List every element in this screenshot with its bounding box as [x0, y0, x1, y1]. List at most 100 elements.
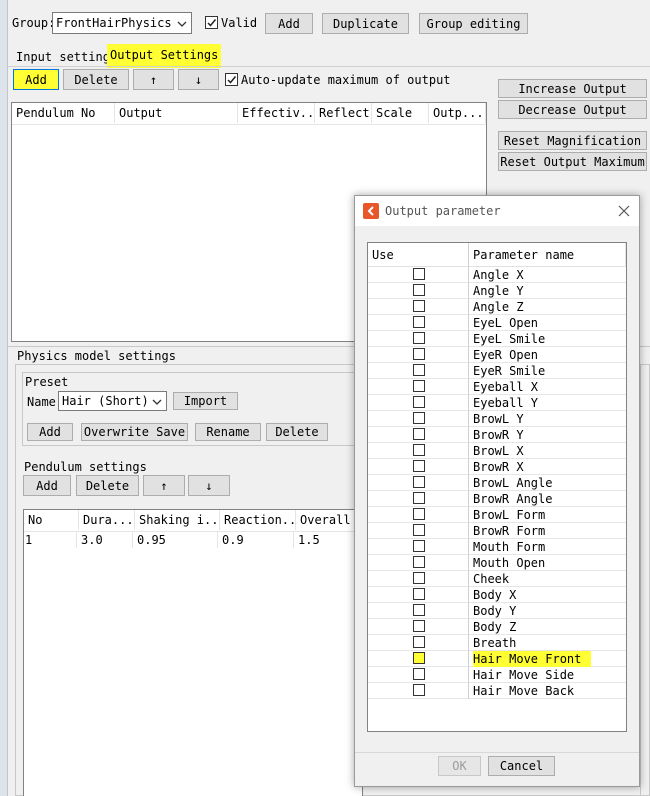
use-checkbox[interactable] [413, 316, 425, 328]
tab-output-settings[interactable]: Output Settings [107, 44, 222, 68]
output-add-button[interactable]: Add [13, 69, 59, 90]
use-checkbox[interactable] [413, 508, 425, 520]
use-checkbox[interactable] [413, 620, 425, 632]
list-item[interactable]: Body X [368, 587, 626, 603]
close-icon[interactable] [617, 204, 631, 218]
preset-add-button[interactable]: Add [27, 423, 73, 441]
col-use[interactable]: Use [368, 243, 469, 267]
pendulum-table[interactable]: No Dura... Shaking i... Reaction... Over… [23, 509, 363, 796]
cancel-button[interactable]: Cancel [488, 756, 555, 776]
use-checkbox[interactable] [413, 652, 425, 664]
use-checkbox[interactable] [413, 412, 425, 424]
output-up-button[interactable]: ↑ [133, 69, 174, 90]
use-checkbox[interactable] [413, 284, 425, 296]
use-checkbox[interactable] [413, 492, 425, 504]
use-checkbox[interactable] [413, 364, 425, 376]
preset-select[interactable]: Hair (Short) [58, 391, 167, 411]
list-item[interactable]: Mouth Form [368, 539, 626, 555]
col-pendulum-no[interactable]: Pendulum No [12, 103, 115, 123]
use-checkbox[interactable] [413, 444, 425, 456]
overwrite-save-button[interactable]: Overwrite Save [81, 423, 188, 441]
use-checkbox[interactable] [413, 684, 425, 696]
pendulum-add-button[interactable]: Add [23, 475, 71, 496]
col-reflect[interactable]: Reflect [315, 103, 372, 123]
list-item[interactable]: BrowL Angle [368, 475, 626, 491]
decrease-output-button[interactable]: Decrease Output [498, 100, 647, 119]
list-item[interactable]: Breath [368, 635, 626, 651]
list-item[interactable]: Eyeball X [368, 379, 626, 395]
use-checkbox[interactable] [413, 476, 425, 488]
output-delete-button[interactable]: Delete [63, 69, 129, 90]
list-item[interactable]: BrowL Form [368, 507, 626, 523]
use-checkbox[interactable] [413, 428, 425, 440]
list-item[interactable]: Hair Move Back [368, 683, 626, 699]
list-item[interactable]: BrowR Angle [368, 491, 626, 507]
list-item[interactable]: EyeL Smile [368, 331, 626, 347]
list-item[interactable]: BrowR Form [368, 523, 626, 539]
list-item[interactable]: Body Y [368, 603, 626, 619]
list-item[interactable]: EyeR Open [368, 347, 626, 363]
reset-magnification-button[interactable]: Reset Magnification [498, 131, 647, 150]
list-item[interactable]: BrowL Y [368, 411, 626, 427]
use-checkbox[interactable] [413, 396, 425, 408]
valid-checkbox[interactable] [205, 16, 218, 29]
list-item[interactable]: Cheek [368, 571, 626, 587]
use-checkbox[interactable] [413, 348, 425, 360]
use-checkbox[interactable] [413, 300, 425, 312]
use-checkbox[interactable] [413, 572, 425, 584]
reset-output-maximum-button[interactable]: Reset Output Maximum [498, 152, 647, 171]
col-shaking[interactable]: Shaking i... [135, 510, 220, 530]
list-item[interactable]: BrowR Y [368, 427, 626, 443]
use-checkbox[interactable] [413, 636, 425, 648]
list-item[interactable]: Hair Move Front [368, 651, 626, 667]
use-checkbox[interactable] [413, 588, 425, 600]
use-checkbox[interactable] [413, 556, 425, 568]
table-row[interactable]: 1 3.0 0.95 0.9 1.5 [24, 532, 362, 548]
list-item[interactable]: Hair Move Side [368, 667, 626, 683]
import-button[interactable]: Import [173, 392, 238, 410]
rename-button[interactable]: Rename [195, 423, 261, 441]
use-checkbox[interactable] [413, 460, 425, 472]
list-item[interactable]: Mouth Open [368, 555, 626, 571]
list-item[interactable]: EyeL Open [368, 315, 626, 331]
col-effective[interactable]: Effectiv... [238, 103, 315, 123]
col-no[interactable]: No [24, 510, 79, 530]
ok-button[interactable]: OK [438, 756, 481, 776]
list-item[interactable]: Eyeball Y [368, 395, 626, 411]
col-output[interactable]: Output [115, 103, 238, 123]
list-item[interactable]: BrowR X [368, 459, 626, 475]
use-checkbox[interactable] [413, 668, 425, 680]
use-cell [368, 571, 469, 587]
tab-input-settings[interactable]: Input settings [16, 50, 117, 64]
use-checkbox[interactable] [413, 332, 425, 344]
pendulum-down-button[interactable]: ↓ [188, 475, 230, 496]
list-item[interactable]: BrowL X [368, 443, 626, 459]
col-parameter-name[interactable]: Parameter name [469, 243, 626, 267]
pendulum-delete-button[interactable]: Delete [76, 475, 139, 496]
increase-output-button[interactable]: Increase Output [498, 79, 647, 98]
use-checkbox[interactable] [413, 268, 425, 280]
use-checkbox[interactable] [413, 604, 425, 616]
col-duration[interactable]: Dura... [79, 510, 135, 530]
pendulum-up-button[interactable]: ↑ [143, 475, 185, 496]
duplicate-button[interactable]: Duplicate [322, 13, 409, 34]
group-add-button[interactable]: Add [265, 13, 313, 34]
group-editing-button[interactable]: Group editing [419, 13, 528, 34]
col-scale[interactable]: Scale [372, 103, 429, 123]
list-item[interactable]: EyeR Smile [368, 363, 626, 379]
group-select[interactable]: FrontHairPhysics [52, 12, 192, 34]
col-reaction[interactable]: Reaction... [220, 510, 296, 530]
col-output-max[interactable]: Outp... [429, 103, 486, 123]
list-item[interactable]: Angle Y [368, 283, 626, 299]
preset-delete-button[interactable]: Delete [266, 423, 328, 441]
list-item[interactable]: Angle X [368, 267, 626, 283]
list-item[interactable]: Angle Z [368, 299, 626, 315]
use-checkbox[interactable] [413, 524, 425, 536]
list-item[interactable]: Body Z [368, 619, 626, 635]
use-checkbox[interactable] [413, 540, 425, 552]
use-checkbox[interactable] [413, 380, 425, 392]
output-down-button[interactable]: ↓ [178, 69, 219, 90]
parameter-list[interactable]: Use Parameter name Angle X Angle Y Angle Z… [367, 242, 627, 732]
auto-update-checkbox[interactable] [225, 73, 238, 86]
col-overall[interactable]: Overall a [296, 510, 362, 530]
